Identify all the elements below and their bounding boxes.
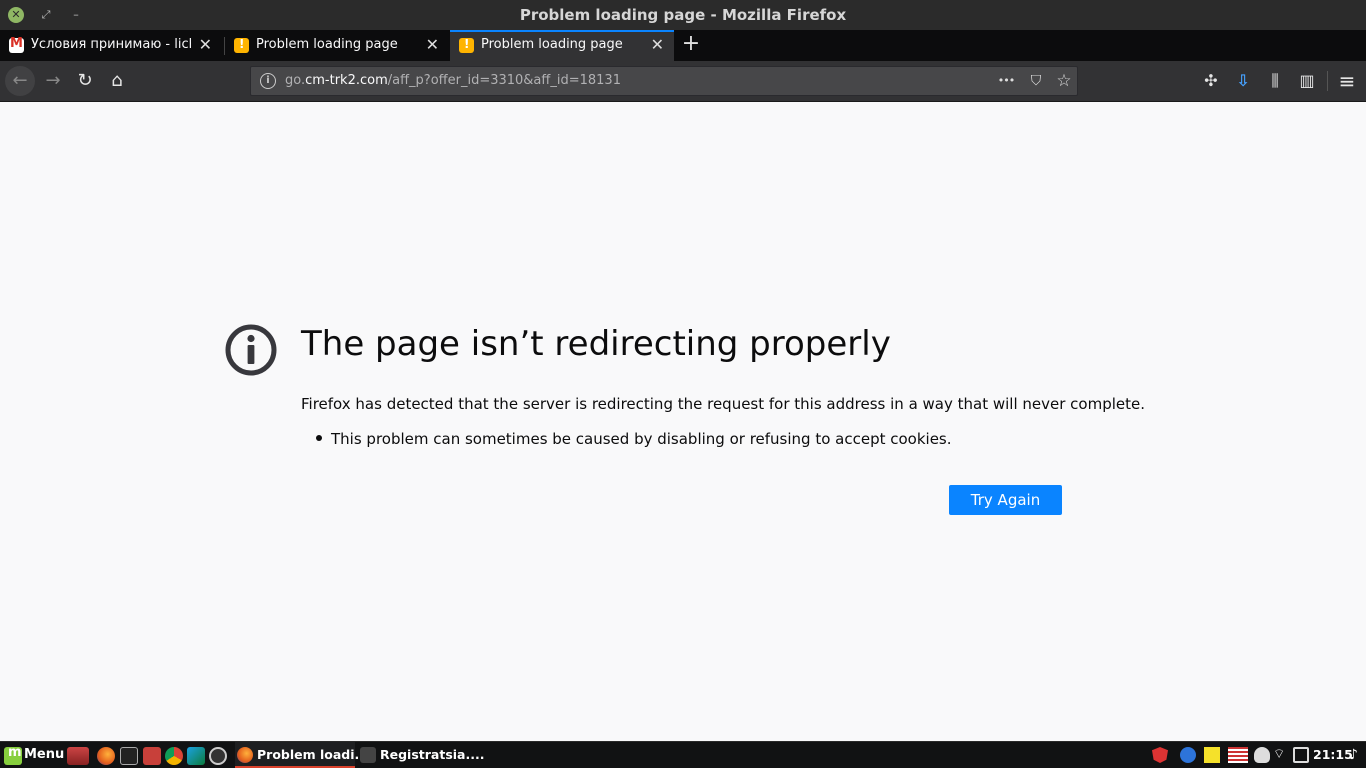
error-description: Firefox has detected that the server is … [301, 395, 1146, 413]
taskbar-item-label: Registratsia.... [380, 747, 485, 762]
terminal-launcher-icon[interactable] [120, 747, 138, 765]
library-icon[interactable]: ⫼ [1260, 66, 1290, 96]
error-suggestion-text: This problem can sometimes be caused by … [331, 430, 952, 448]
hamburger-menu-icon[interactable]: ≡ [1332, 66, 1362, 96]
error-page: The page isn’t redirecting properly Fire… [0, 102, 1366, 741]
toolbar-separator [1327, 71, 1328, 91]
try-again-button[interactable]: Try Again [949, 485, 1062, 515]
shield-icon[interactable] [1152, 747, 1168, 763]
url-prefix: go. [285, 73, 306, 88]
bluetooth-icon[interactable] [1180, 747, 1196, 763]
url-path: /aff_p?offer_id=3310&aff_id=18131 [387, 73, 621, 88]
reload-button[interactable]: ↻ [70, 66, 100, 96]
volume-icon[interactable]: ♪ [1349, 747, 1365, 763]
forward-button[interactable]: → [38, 66, 68, 96]
taskbar-item-video[interactable]: Registratsia.... [358, 742, 484, 768]
chrome-launcher-icon[interactable] [165, 747, 183, 765]
taskbar-item-firefox[interactable]: Problem loadi... [235, 742, 369, 768]
error-title: The page isn’t redirecting properly [301, 324, 891, 364]
window-titlebar: ✕ ⤢ – Problem loading page - Mozilla Fir… [0, 0, 1366, 30]
tab-label: Problem loading page [481, 37, 623, 52]
tab-close-icon[interactable]: ✕ [651, 35, 664, 54]
url-text[interactable]: go.cm-trk2.com/aff_p?offer_id=3310&aff_i… [285, 73, 621, 88]
warning-icon [234, 37, 249, 53]
taskbar: Menu Problem loadi... Registratsia.... ⌔… [0, 741, 1366, 768]
tab-gmail[interactable]: Условия принимаю - lich.r ✕ [0, 30, 222, 61]
tab-label: Problem loading page [256, 37, 398, 52]
downloads-icon[interactable]: ⇩ [1228, 66, 1258, 96]
bookmark-star-icon[interactable]: ☆ [1053, 70, 1075, 92]
url-host: cm-trk2.com [305, 73, 388, 88]
tab-problem-loading-1[interactable]: Problem loading page ✕ [225, 30, 449, 61]
user-icon[interactable] [1254, 747, 1270, 763]
back-button[interactable]: ← [5, 66, 35, 96]
mint-logo-icon [4, 745, 22, 765]
home-button[interactable]: ⌂ [102, 66, 132, 96]
new-tab-button[interactable]: + [680, 31, 702, 57]
taskbar-item-label: Problem loadi... [257, 747, 369, 762]
firefox-launcher-icon[interactable] [97, 747, 115, 765]
notes-icon[interactable] [1204, 747, 1220, 763]
warning-icon [459, 37, 474, 53]
show-desktop-icon[interactable] [67, 747, 89, 765]
tab-label: Условия принимаю - lich.r [31, 37, 191, 52]
webstorm-launcher-icon[interactable] [187, 747, 205, 765]
files-launcher-icon[interactable] [143, 747, 161, 765]
tab-problem-loading-2[interactable]: Problem loading page ✕ [450, 30, 674, 61]
extensions-icon[interactable]: ✣ [1196, 66, 1226, 96]
info-icon [225, 324, 277, 376]
wifi-icon[interactable]: ⌔ [1273, 747, 1289, 763]
bullet [316, 435, 322, 441]
gmail-icon [9, 36, 24, 53]
url-bar[interactable]: i go.cm-trk2.com/aff_p?offer_id=3310&aff… [250, 66, 1078, 96]
page-actions-icon[interactable]: ••• [995, 70, 1017, 92]
tab-close-icon[interactable]: ✕ [426, 35, 439, 54]
firefox-icon [237, 747, 253, 763]
us-flag-icon[interactable] [1228, 747, 1248, 763]
window-title: Problem loading page - Mozilla Firefox [519, 6, 847, 24]
menu-label: Menu [24, 747, 65, 762]
clock[interactable]: 21:15 [1313, 747, 1353, 762]
video-icon [360, 747, 376, 763]
app-launcher-icon[interactable] [209, 747, 227, 765]
pocket-icon[interactable]: ⛉ [1025, 70, 1047, 92]
site-info-icon[interactable]: i [260, 73, 276, 89]
error-suggestion-item: This problem can sometimes be caused by … [316, 430, 952, 448]
sidebar-icon[interactable]: ▥ [1292, 66, 1322, 96]
navigation-toolbar: ← → ↻ ⌂ i go.cm-trk2.com/aff_p?offer_id=… [0, 61, 1366, 102]
tab-close-icon[interactable]: ✕ [199, 35, 212, 54]
battery-icon[interactable] [1293, 747, 1309, 763]
